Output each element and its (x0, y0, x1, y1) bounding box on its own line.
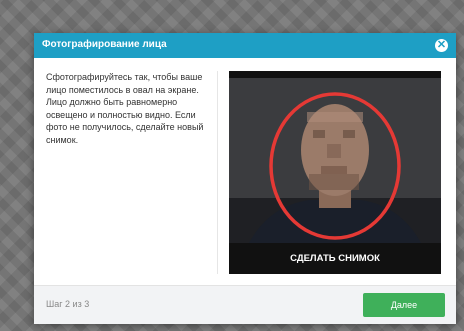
next-button[interactable]: Далее (363, 293, 445, 317)
face-photo-dialog: Фотографирование лица ✕ Сфотографируйтес… (34, 33, 456, 324)
dialog-title: Фотографирование лица (42, 39, 167, 50)
camera-preview (229, 78, 441, 243)
step-indicator: Шаг 2 из 3 (46, 299, 90, 309)
take-snapshot-button[interactable]: СДЕЛАТЬ СНИМОК (229, 243, 441, 274)
dialog-header: Фотографирование лица ✕ (34, 33, 456, 58)
camera-panel: СДЕЛАТЬ СНИМОК (229, 71, 441, 274)
instructions-text: Сфотографируйтесь так, чтобы ваше лицо п… (46, 72, 204, 145)
divider (217, 71, 218, 274)
close-icon[interactable]: ✕ (435, 39, 448, 52)
dialog-footer: Шаг 2 из 3 Далее (34, 285, 456, 324)
